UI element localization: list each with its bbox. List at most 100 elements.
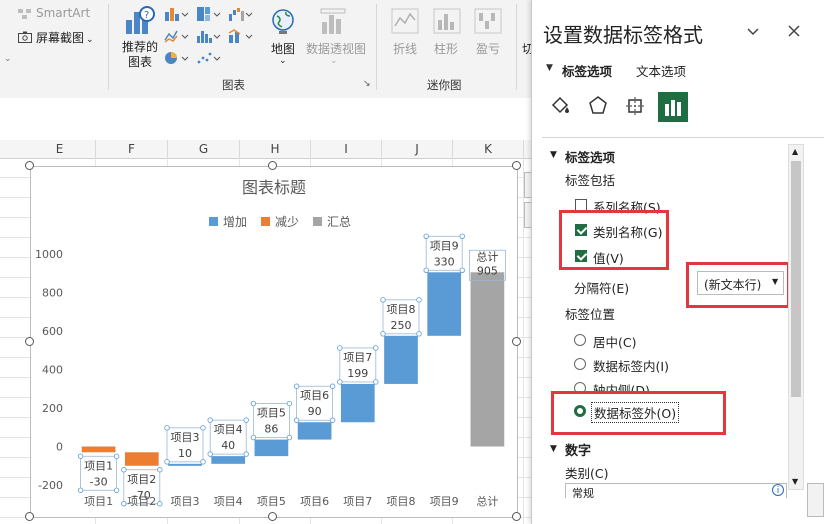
resize-handle[interactable] — [512, 512, 521, 521]
combo-chart-icon[interactable] — [228, 28, 254, 47]
waterfall-bar[interactable] — [384, 335, 418, 384]
column-header[interactable]: I — [311, 140, 382, 158]
data-label-handle[interactable] — [329, 417, 336, 423]
fill-line-icon[interactable] — [549, 95, 571, 117]
column-header[interactable]: K — [453, 140, 524, 158]
screenshot-button[interactable]: 屏幕截图 ⌄ — [36, 29, 94, 46]
statistic-chart-icon[interactable] — [196, 28, 222, 47]
waterfall-bar[interactable] — [254, 439, 289, 457]
data-label-handle[interactable] — [286, 434, 293, 441]
data-label-handle[interactable] — [113, 487, 120, 493]
globe-icon[interactable] — [270, 8, 296, 39]
data-label-handle[interactable] — [77, 487, 84, 493]
effects-pentagon-icon[interactable] — [587, 95, 609, 117]
resize-handle[interactable] — [25, 161, 34, 170]
section-number[interactable]: 数字 — [565, 440, 591, 459]
resize-handle[interactable] — [512, 337, 521, 346]
data-label-handle[interactable] — [459, 267, 465, 273]
resize-handle[interactable] — [25, 337, 34, 346]
scroll-down-icon[interactable]: ▼ — [792, 477, 798, 486]
column-header[interactable]: E — [24, 140, 96, 158]
resize-handle[interactable] — [268, 512, 277, 521]
waterfall-bar[interactable] — [168, 463, 202, 466]
column-header[interactable]: J — [382, 140, 453, 158]
map-button[interactable]: 地图 — [271, 40, 295, 57]
size-properties-icon[interactable] — [624, 95, 646, 117]
data-label-handle[interactable] — [164, 425, 170, 431]
y-axis[interactable]: 1000 800 600 400 200 0 -200 — [35, 248, 63, 492]
category-dropdown[interactable]: 常规 — [565, 483, 787, 498]
data-label-handle[interactable] — [423, 267, 429, 273]
resize-handle[interactable] — [268, 161, 277, 170]
waterfall-bar[interactable] — [297, 422, 332, 440]
data-label-handle[interactable] — [337, 345, 343, 351]
data-label-handle[interactable] — [250, 434, 257, 441]
column-header[interactable]: G — [168, 140, 240, 158]
plot-area[interactable]: 项目1-30 项目2-70项目310项目440项目586项目690项目7199项目… — [77, 233, 506, 507]
sparkline-column-button[interactable]: 柱形 — [434, 40, 458, 57]
scrollbar-thumb[interactable] — [791, 161, 801, 397]
data-label-handle[interactable] — [121, 467, 127, 473]
chart-title[interactable]: 图表标题 — [242, 178, 306, 197]
scatter-chart-icon[interactable] — [196, 50, 222, 69]
pane-options-chevron-icon[interactable] — [744, 22, 762, 40]
resize-handle[interactable] — [25, 512, 34, 521]
smartart-button[interactable]: SmartArt — [36, 6, 90, 20]
waterfall-bar[interactable] — [470, 272, 505, 447]
data-label-handle[interactable] — [200, 425, 206, 431]
pie-chart-icon[interactable] — [164, 50, 190, 69]
label-options-bar-icon[interactable] — [658, 92, 688, 122]
data-label-handle[interactable] — [200, 459, 206, 465]
column-chart-icon[interactable] — [164, 6, 190, 25]
column-header[interactable]: F — [96, 140, 168, 158]
data-label-handle[interactable] — [416, 297, 422, 303]
position-inside-end-radio[interactable] — [574, 358, 586, 370]
recommended-charts-icon[interactable]: ? — [124, 6, 156, 39]
resize-handle[interactable] — [512, 161, 521, 170]
data-label-handle[interactable] — [373, 345, 379, 351]
data-label-handle[interactable] — [329, 383, 336, 389]
data-label-handle[interactable] — [380, 297, 386, 303]
sparkline-winloss-button[interactable]: 盈亏 — [476, 40, 500, 57]
data-label-handle[interactable] — [250, 400, 257, 407]
waterfall-bar[interactable] — [81, 446, 116, 453]
data-label-handle[interactable] — [337, 379, 343, 385]
chart-legend[interactable]: 增加 减少 汇总 — [209, 215, 351, 229]
pivot-chart-button[interactable]: 数据透视图 — [306, 40, 366, 57]
line-chart-icon[interactable] — [164, 28, 190, 47]
vertical-scrollbar[interactable]: ▲ ▼ — [788, 144, 804, 490]
x-axis[interactable]: 项目1 项目2 项目3 项目4 项目5 项目6 项目7 项目8 项目9 总计 — [84, 494, 498, 508]
data-label-handle[interactable] — [416, 331, 422, 337]
data-label-handle[interactable] — [373, 379, 379, 385]
data-label-handle[interactable] — [157, 501, 163, 507]
scroll-up-icon[interactable]: ▲ — [792, 147, 798, 156]
waterfall-bar[interactable] — [124, 452, 159, 466]
tab-text-options[interactable]: 文本选项 — [636, 61, 686, 80]
tab-label-options[interactable]: 标签选项 — [562, 61, 612, 80]
waterfall-chart[interactable]: 图表标题 增加 减少 汇总 1000 800 600 400 200 0 -200 项目1 -30… — [31, 167, 517, 517]
data-label-handle[interactable] — [121, 501, 127, 507]
data-label-handle[interactable] — [164, 459, 170, 465]
info-icon[interactable]: i — [772, 484, 784, 496]
data-label-handle[interactable] — [243, 451, 249, 457]
data-label-handle[interactable] — [157, 467, 163, 473]
close-icon[interactable] — [787, 24, 801, 38]
data-label-handle[interactable] — [286, 400, 293, 407]
data-label-handle[interactable] — [380, 331, 386, 337]
data-label-handle[interactable] — [293, 383, 300, 389]
hierarchy-chart-icon[interactable] — [196, 6, 222, 25]
data-label-handle[interactable] — [77, 453, 84, 459]
waterfall-bar[interactable] — [211, 456, 246, 464]
data-label-handle[interactable] — [207, 451, 213, 457]
resize-grip[interactable] — [807, 483, 824, 517]
waterfall-chart-icon[interactable] — [228, 6, 254, 25]
chart-area[interactable]: 图表标题 增加 减少 汇总 1000 800 600 400 200 0 -200 项目1 -30… — [30, 166, 518, 518]
dialog-launcher-icon[interactable]: ↘ — [363, 79, 371, 89]
data-label-handle[interactable] — [423, 233, 429, 239]
sparkline-line-button[interactable]: 折线 — [393, 40, 417, 57]
recommended-charts-label[interactable]: 推荐的 图表 — [120, 40, 160, 70]
data-label-handle[interactable] — [207, 417, 213, 423]
waterfall-bar[interactable] — [340, 383, 375, 423]
column-header[interactable]: H — [240, 140, 311, 158]
data-label-handle[interactable] — [293, 417, 300, 423]
